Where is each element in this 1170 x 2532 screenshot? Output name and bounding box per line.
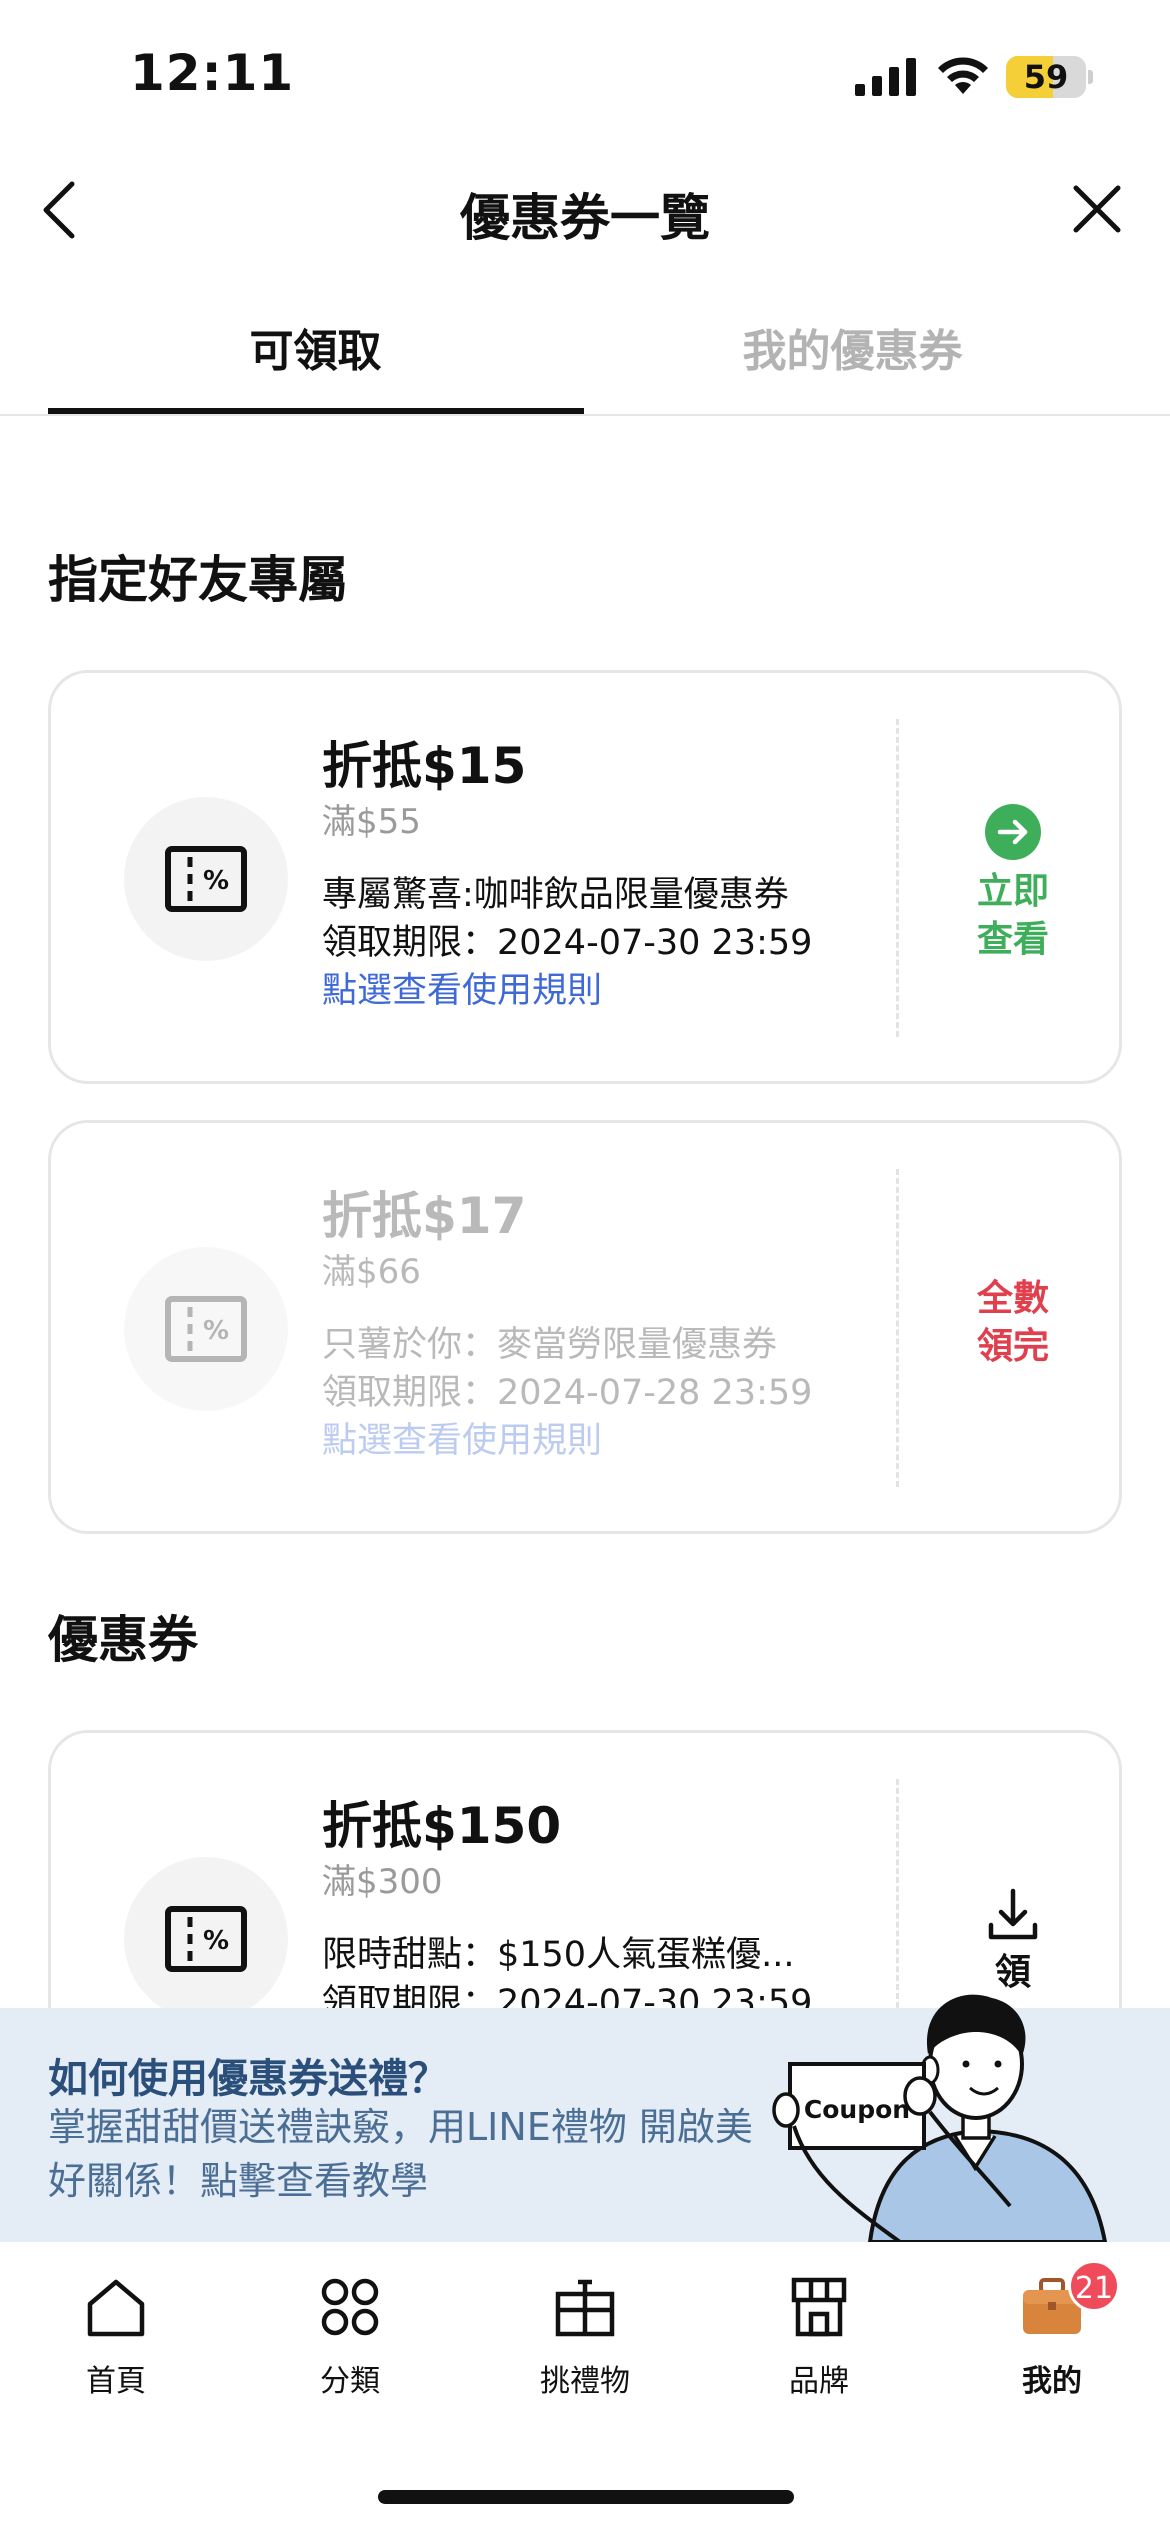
coupon-icon-badge: % xyxy=(124,1857,288,2021)
promo-title: 如何使用優惠券送禮？ xyxy=(48,2056,448,2102)
home-indicator xyxy=(378,2490,794,2504)
sold-out-status: 全數 領完 xyxy=(901,1123,1119,1531)
coupon-ticket-icon: % xyxy=(165,846,247,912)
coupon-rules-link[interactable]: 點選查看使用規則 xyxy=(322,967,882,1015)
coupon-rules-link[interactable]: 點選查看使用規則 xyxy=(322,1417,882,1465)
person-holding-coupon-illustration: Coupon xyxy=(772,1994,1108,2242)
coupon-card[interactable]: % 折抵$15 滿$55 專屬驚喜:咖啡飲品限量優惠券 領取期限：2024-07… xyxy=(48,670,1122,1084)
coupon-minimum-spend: 滿$66 xyxy=(322,1252,421,1292)
coupon-deadline: 領取期限：2024-07-28 23:59 xyxy=(322,1373,813,1413)
coupon-amount: 折抵$15 xyxy=(322,737,527,795)
coupon-ticket-icon: % xyxy=(165,1906,247,1972)
gift-tutorial-banner[interactable]: 如何使用優惠券送禮？ 掌握甜甜價送禮訣竅，用LINE禮物 開啟美好關係！點擊查看… xyxy=(0,1994,1170,2242)
coupon-icon-badge: % xyxy=(124,797,288,961)
gift-icon xyxy=(555,2279,615,2337)
action-label-line2: 查看 xyxy=(976,919,1049,960)
store-icon xyxy=(791,2277,847,2337)
arrow-right-circle-icon xyxy=(985,804,1041,860)
nav-label: 品牌 xyxy=(789,2364,849,2399)
battery-level: 59 xyxy=(1023,58,1069,96)
coupon-sign-text: Coupon xyxy=(804,2095,910,2124)
nav-my-account[interactable]: 21 我的 xyxy=(962,2260,1142,2422)
status-time: 12:11 xyxy=(130,44,295,102)
promo-body: 掌握甜甜價送禮訣竅，用LINE禮物 開啟美好關係！點擊查看教學 xyxy=(48,2105,753,2203)
close-button[interactable] xyxy=(1056,170,1136,250)
nav-label: 挑禮物 xyxy=(540,2364,630,2399)
action-label-line1: 立即 xyxy=(976,871,1049,912)
nav-home[interactable]: 首頁 xyxy=(26,2272,206,2422)
tab-my-coupons[interactable]: 我的優惠券 xyxy=(585,290,1120,416)
bottom-navigation: 首頁 分類 挑禮物 品牌 21 我的 xyxy=(0,2242,1170,2532)
notification-badge: 21 xyxy=(1068,2260,1120,2312)
coupon-minimum-spend: 滿$300 xyxy=(322,1862,443,1902)
coupon-amount: 折抵$150 xyxy=(322,1797,562,1855)
section-title-friends-exclusive: 指定好友專屬 xyxy=(48,551,348,609)
status-bar: 12:11 59 xyxy=(0,0,1170,150)
tab-available[interactable]: 可領取 xyxy=(48,290,583,416)
battery-icon: 59 xyxy=(1006,56,1093,98)
coupon-amount: 折抵$17 xyxy=(322,1187,527,1245)
nav-gift[interactable]: 挑禮物 xyxy=(495,2272,675,2422)
tab-bar: 可領取 我的優惠券 xyxy=(0,290,1170,416)
active-tab-indicator xyxy=(48,408,584,414)
page-title: 優惠券一覽 xyxy=(460,189,710,247)
svg-text:%: % xyxy=(203,866,229,896)
section-title-coupons: 優惠券 xyxy=(48,1611,198,1669)
nav-label: 首頁 xyxy=(86,2364,146,2399)
card-divider xyxy=(896,719,899,1037)
nav-label: 我的 xyxy=(1022,2364,1082,2399)
category-icon xyxy=(321,2278,379,2336)
view-now-button[interactable]: 立即 查看 xyxy=(901,673,1119,1081)
wifi-icon xyxy=(938,57,988,94)
coupon-deadline: 領取期限：2024-07-30 23:59 xyxy=(322,923,813,963)
cellular-signal-icon xyxy=(855,58,916,96)
nav-label: 分類 xyxy=(320,2364,380,2399)
svg-text:%: % xyxy=(203,1926,229,1956)
card-divider xyxy=(896,1169,899,1487)
coupon-minimum-spend: 滿$55 xyxy=(322,802,421,842)
close-icon xyxy=(1073,185,1121,233)
coupon-description: 只薯於你：麥當勞限量優惠券 xyxy=(322,1325,778,1365)
nav-brands[interactable]: 品牌 xyxy=(729,2272,909,2422)
svg-text:%: % xyxy=(203,1316,229,1346)
nav-categories[interactable]: 分類 xyxy=(260,2272,440,2422)
coupon-ticket-icon: % xyxy=(165,1296,247,1362)
coupon-card[interactable]: % 折抵$17 滿$66 只薯於你：麥當勞限量優惠券 領取期限：2024-07-… xyxy=(48,1120,1122,1534)
action-label-line1: 全數 xyxy=(976,1278,1049,1319)
coupon-description: 專屬驚喜:咖啡飲品限量優惠券 xyxy=(322,875,789,915)
coupon-icon-badge: % xyxy=(124,1247,288,1411)
home-icon xyxy=(87,2279,145,2337)
header: 優惠券一覽 xyxy=(0,150,1170,270)
action-label-line2: 領完 xyxy=(976,1326,1049,1367)
